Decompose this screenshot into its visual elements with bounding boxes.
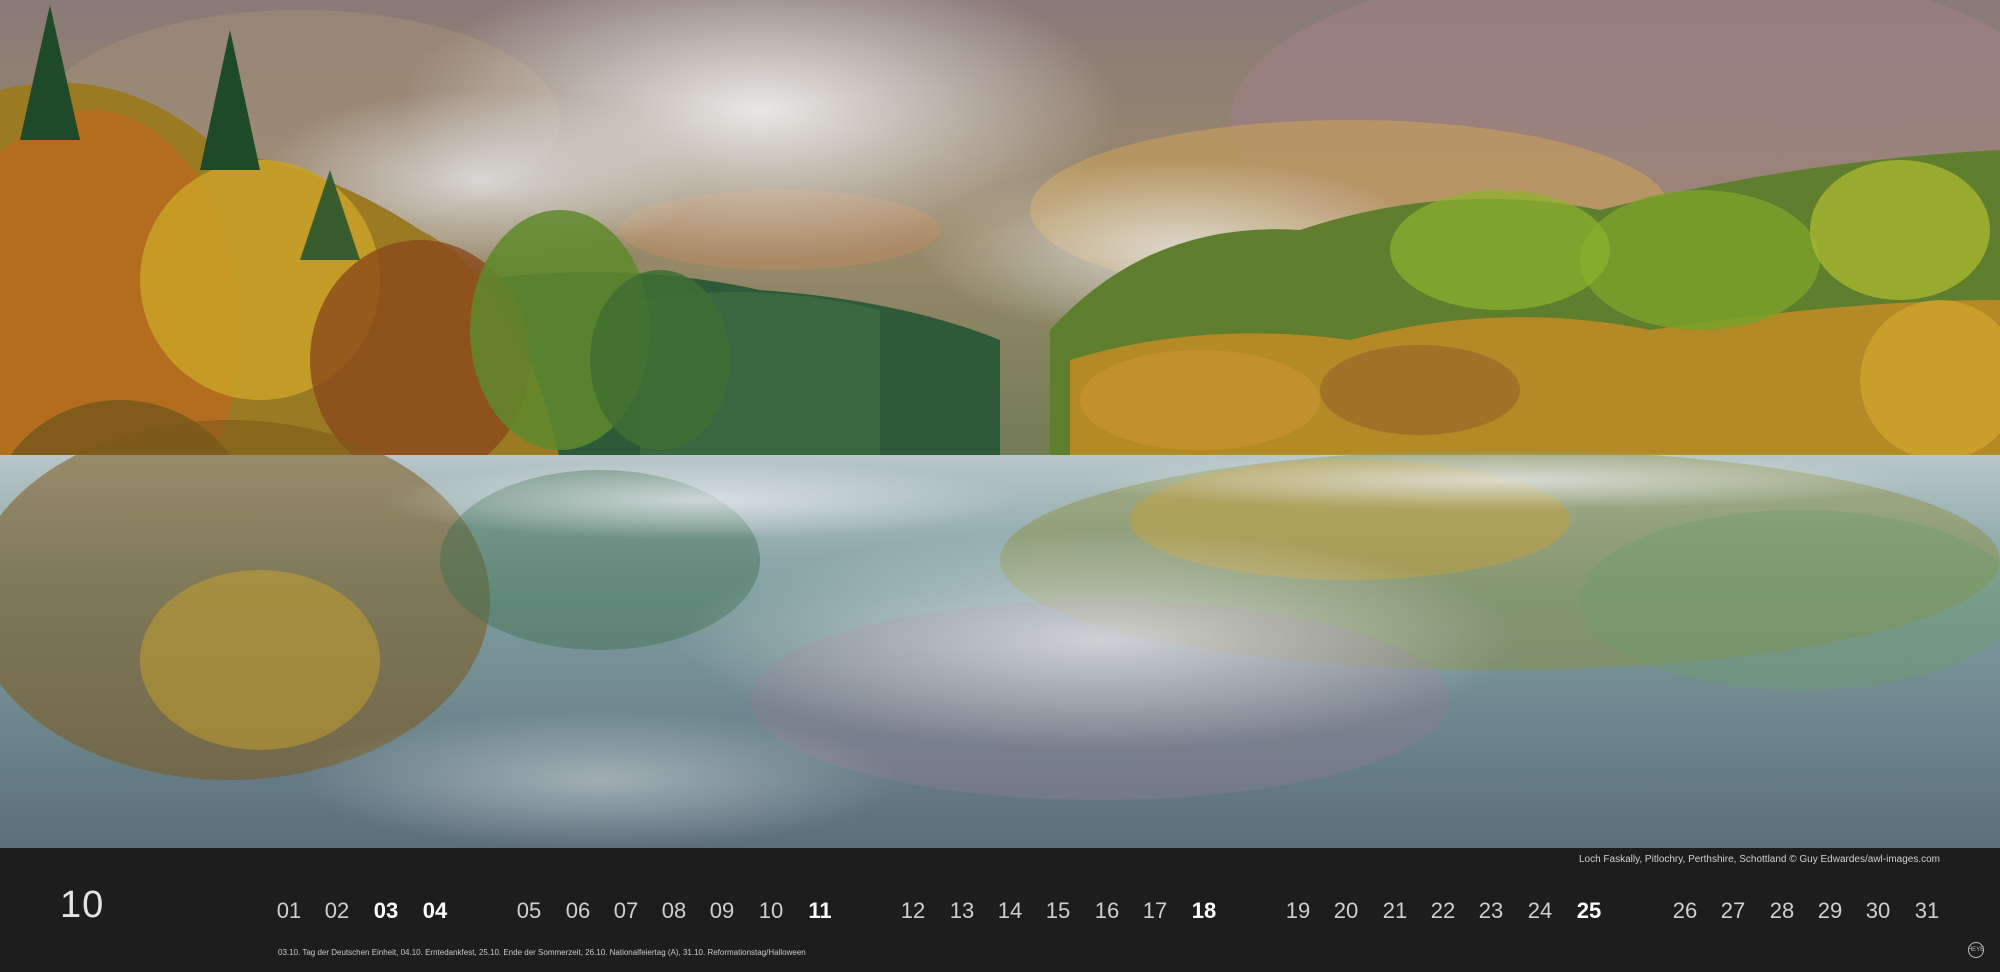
day-28: 28 [1769,898,1795,923]
day-19: 19 [1285,898,1311,923]
calendar-page: 10 Loch Faskally, Pitlochry, Perthshire,… [0,0,2000,972]
day-14: 14 [997,898,1023,923]
day-06: 06 [565,898,591,923]
day-18: 18 [1191,898,1217,923]
day-03: 03 [373,898,399,923]
day-12: 12 [900,898,926,923]
day-31: 31 [1914,898,1940,923]
day-27: 27 [1720,898,1746,923]
day-24: 24 [1527,898,1553,923]
day-25: 25 [1576,898,1602,923]
publisher-logo-icon: HEYE [1968,942,1984,958]
day-26: 26 [1672,898,1698,923]
day-04: 04 [422,898,448,923]
day-17: 17 [1142,898,1168,923]
month-number: 10 [60,884,105,926]
day-02: 02 [324,898,350,923]
calendar-strip: 10 Loch Faskally, Pitlochry, Perthshire,… [0,848,2000,972]
day-08: 08 [661,898,687,923]
landscape-photo [0,0,2000,848]
day-10: 10 [758,898,784,923]
day-20: 20 [1333,898,1359,923]
day-23: 23 [1478,898,1504,923]
day-11: 11 [808,898,832,923]
photo-credit: Loch Faskally, Pitlochry, Perthshire, Sc… [1578,854,1940,865]
day-29: 29 [1817,898,1843,923]
day-30: 30 [1865,898,1891,923]
holiday-note: 03.10. Tag der Deutschen Einheit, 04.10.… [278,948,806,957]
day-07: 07 [613,898,639,923]
day-21: 21 [1382,898,1408,923]
day-01: 01 [276,898,302,923]
day-13: 13 [949,898,975,923]
day-22: 22 [1430,898,1456,923]
day-15: 15 [1045,898,1071,923]
day-16: 16 [1094,898,1120,923]
day-05: 05 [516,898,542,923]
day-09: 09 [709,898,735,923]
